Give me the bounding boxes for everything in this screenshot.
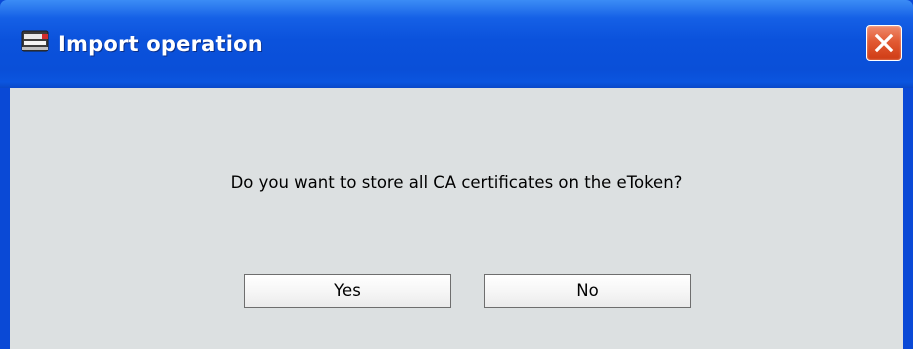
yes-button[interactable]: Yes <box>244 274 451 308</box>
dialog-message: Do you want to store all CA certificates… <box>230 173 683 192</box>
close-icon <box>874 33 894 53</box>
dialog-body: Do you want to store all CA certificates… <box>10 88 903 349</box>
etoken-icon <box>21 28 51 55</box>
close-button[interactable] <box>866 25 902 61</box>
import-operation-dialog: Import operation Do you want to store al… <box>0 0 913 349</box>
no-button[interactable]: No <box>484 274 691 308</box>
window-title: Import operation <box>58 32 263 56</box>
title-bar[interactable]: Import operation <box>0 0 913 88</box>
